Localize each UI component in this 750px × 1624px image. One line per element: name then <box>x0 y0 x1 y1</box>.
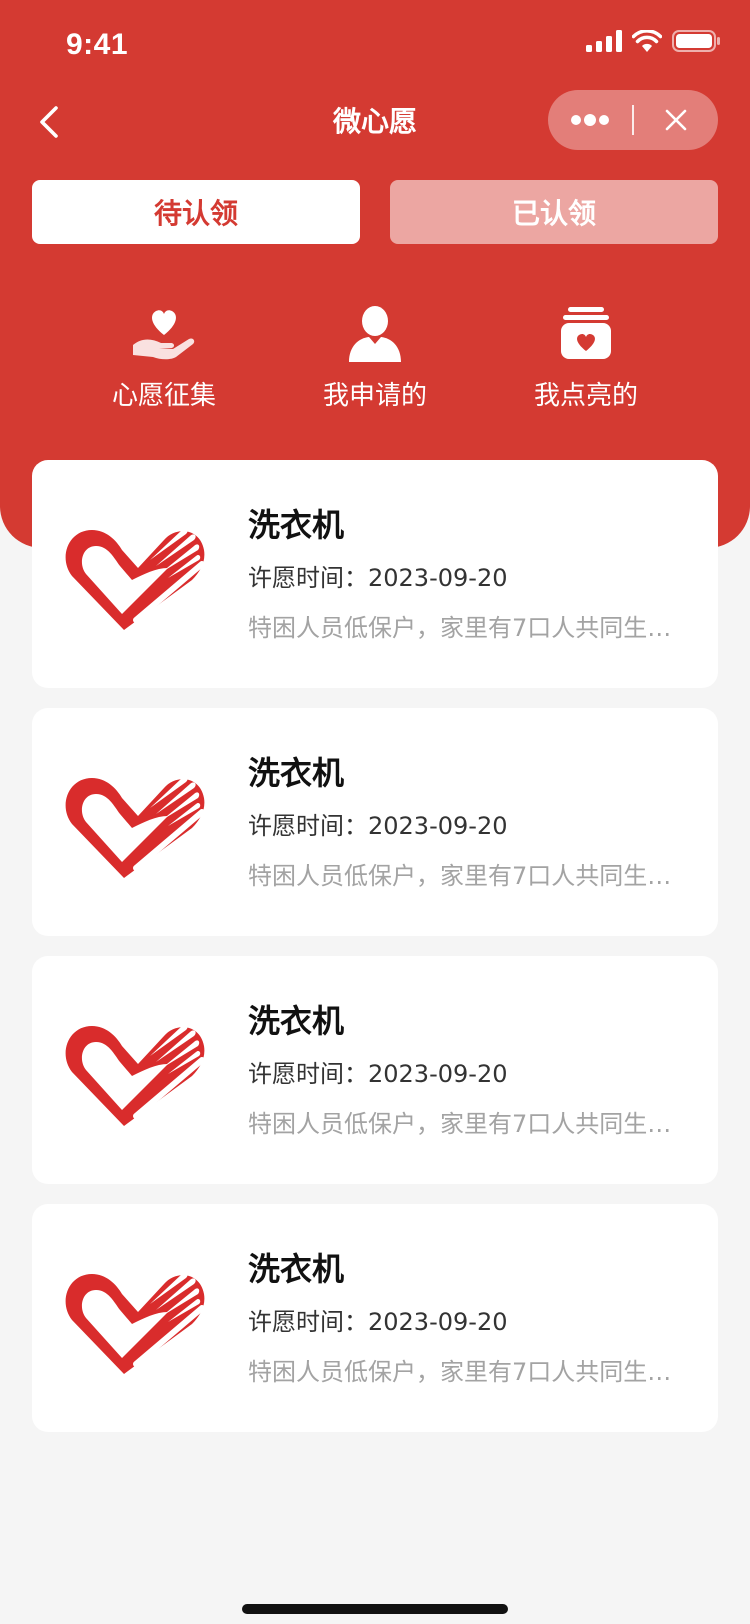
user-icon <box>349 306 401 362</box>
quick-action-label: 心愿征集 <box>111 381 216 411</box>
quick-action-wish-collect[interactable]: 心愿征集 <box>74 298 254 414</box>
wish-title: 洗衣机 <box>248 1002 345 1040</box>
status-time: 9:41 <box>66 28 129 61</box>
quick-action-my-lit[interactable]: 我点亮的 <box>496 298 676 414</box>
wish-title: 洗衣机 <box>248 1250 345 1288</box>
wish-date-value: 2023-09-20 <box>368 812 508 840</box>
wish-description: 特困人员低保户，家里有7口人共同生活，需要一台洗衣机 <box>248 862 688 890</box>
wish-date-value: 2023-09-20 <box>368 1060 508 1088</box>
wish-date-label: 许愿时间： <box>248 812 368 840</box>
heart-hand-icon <box>133 310 195 360</box>
volunteer-heart-icon <box>65 776 205 878</box>
volunteer-heart-icon <box>65 528 205 630</box>
home-indicator <box>242 1604 508 1614</box>
quick-action-label: 我申请的 <box>322 381 427 411</box>
miniprogram-capsule <box>548 90 718 150</box>
quick-action-my-applications[interactable]: 我申请的 <box>285 298 465 414</box>
wish-date-label: 许愿时间： <box>248 564 368 592</box>
wish-date: 许愿时间：2023-09-20 <box>248 806 507 841</box>
volunteer-heart-icon <box>65 1272 205 1374</box>
wish-description: 特困人员低保户，家里有7口人共同生活，需要一台洗衣机 <box>248 1110 688 1138</box>
quick-action-label: 我点亮的 <box>533 381 638 411</box>
wish-date: 许愿时间：2023-09-20 <box>248 558 507 593</box>
more-button[interactable] <box>548 90 632 150</box>
more-dots-icon <box>571 114 609 126</box>
battery-icon <box>672 30 720 52</box>
wish-date: 许愿时间：2023-09-20 <box>248 1302 507 1337</box>
tab-claimed[interactable]: 已认领 <box>390 180 718 244</box>
signal-icon <box>586 30 622 52</box>
wifi-icon <box>632 30 662 52</box>
wish-date-value: 2023-09-20 <box>368 564 508 592</box>
wish-card[interactable]: 洗衣机 许愿时间：2023-09-20 特困人员低保户，家里有7口人共同生活，需… <box>32 1204 718 1432</box>
wish-list: 洗衣机 许愿时间：2023-09-20 特困人员低保户，家里有7口人共同生活，需… <box>32 460 718 1452</box>
wish-date: 许愿时间：2023-09-20 <box>248 1054 507 1089</box>
wish-description: 特困人员低保户，家里有7口人共同生活，需要一台洗衣机 <box>248 614 688 642</box>
wish-card[interactable]: 洗衣机 许愿时间：2023-09-20 特困人员低保户，家里有7口人共同生活，需… <box>32 460 718 688</box>
heart-box-icon <box>561 307 611 359</box>
tab-pending[interactable]: 待认领 <box>32 180 360 244</box>
wish-title: 洗衣机 <box>248 754 345 792</box>
wish-card[interactable]: 洗衣机 许愿时间：2023-09-20 特困人员低保户，家里有7口人共同生活，需… <box>32 956 718 1184</box>
volunteer-heart-icon <box>65 1024 205 1126</box>
wish-date-value: 2023-09-20 <box>368 1308 508 1336</box>
close-button[interactable] <box>634 90 718 150</box>
wish-description: 特困人员低保户，家里有7口人共同生活，需要一台洗衣机 <box>248 1358 688 1386</box>
close-icon <box>665 109 687 131</box>
wish-date-label: 许愿时间： <box>248 1308 368 1336</box>
wish-card[interactable]: 洗衣机 许愿时间：2023-09-20 特困人员低保户，家里有7口人共同生活，需… <box>32 708 718 936</box>
status-icons <box>586 30 720 52</box>
wish-date-label: 许愿时间： <box>248 1060 368 1088</box>
wish-title: 洗衣机 <box>248 506 345 544</box>
